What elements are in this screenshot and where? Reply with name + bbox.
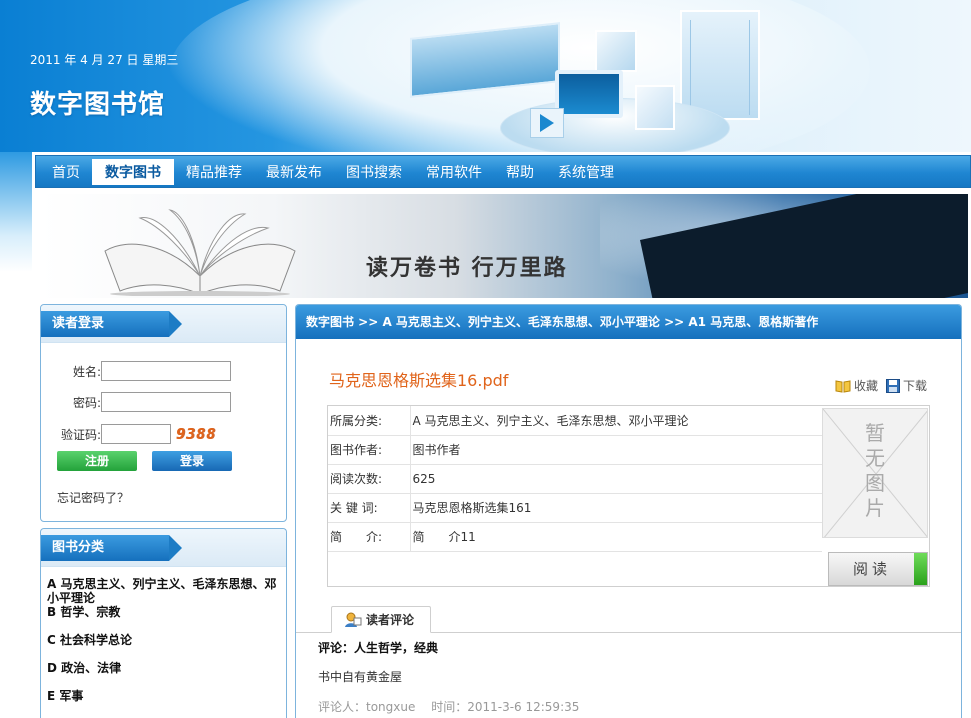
book-info-box: 所属分类: A 马克思主义、列宁主义、毛泽东思想、邓小平理论 图书作者: 图书作…	[327, 405, 930, 587]
header-box	[635, 85, 675, 130]
table-row: 所属分类: A 马克思主义、列宁主义、毛泽东思想、邓小平理论	[328, 406, 822, 436]
main-nav: 首页 数字图书 精品推荐 最新发布 图书搜索 常用软件 帮助 系统管理	[35, 155, 971, 188]
tab-reader-comments[interactable]: 读者评论	[331, 606, 431, 633]
name-label: 姓名:	[72, 364, 101, 379]
password-input[interactable]	[101, 392, 231, 412]
read-button[interactable]: 阅读	[828, 552, 928, 586]
nav-item-home[interactable]: 首页	[40, 156, 92, 187]
tab-label: 读者评论	[366, 613, 415, 627]
comment-author: 评论人：tongxue	[318, 700, 416, 714]
banner-slogan: 读万卷书 行万里路	[366, 256, 568, 281]
comment-title: 评论：人生哲学，经典	[318, 641, 439, 655]
info-key: 所属分类:	[328, 406, 411, 436]
nav-item-admin[interactable]: 系统管理	[546, 156, 626, 187]
download-button[interactable]: 下载	[886, 377, 927, 394]
info-value: 简 介11	[410, 522, 822, 552]
info-key: 关 键 词:	[328, 493, 411, 523]
open-book-icon	[104, 209, 296, 296]
header-monitor	[555, 70, 623, 118]
favorite-button[interactable]: 收藏	[835, 377, 878, 394]
info-value: 625	[410, 464, 822, 494]
nav-item-software[interactable]: 常用软件	[414, 156, 494, 187]
banner: 读万卷书 行万里路	[40, 194, 968, 298]
table-row: 关 键 词: 马克思恩格斯选集161	[328, 493, 822, 523]
category-item[interactable]: D 政治、法律	[47, 661, 280, 675]
header-date: 2011 年 4 月 27 日 星期三	[30, 53, 179, 67]
password-label: 密码:	[72, 395, 101, 410]
category-item[interactable]: B 哲学、宗教	[47, 605, 280, 619]
category-item[interactable]: E 军事	[47, 689, 280, 703]
nav-item-latest[interactable]: 最新发布	[254, 156, 334, 187]
login-panel-header: 读者登录	[41, 305, 286, 343]
header-door-frame	[690, 20, 750, 115]
table-row: 简 介: 简 介11	[328, 522, 822, 552]
nav-item-help[interactable]: 帮助	[494, 156, 546, 187]
floppy-disk-icon	[886, 378, 900, 393]
login-panel-title: 读者登录	[41, 311, 182, 337]
captcha-row: 验证码: 9388	[41, 424, 216, 444]
captcha-image[interactable]: 9388	[176, 425, 216, 443]
info-key: 简 介:	[328, 522, 411, 552]
register-button[interactable]: 注册	[57, 451, 137, 471]
banner-runner	[906, 236, 914, 256]
header-screen-left	[410, 22, 560, 98]
nav-item-recommended[interactable]: 精品推荐	[174, 156, 254, 187]
login-button[interactable]: 登录	[152, 451, 232, 471]
password-row: 密码:	[41, 392, 231, 412]
comment-time: 时间：2011-3-6 12:59:35	[431, 700, 580, 714]
site-logo[interactable]: 数字图书馆	[30, 84, 165, 121]
info-value: 马克思恩格斯选集161	[410, 493, 822, 523]
captcha-input[interactable]	[101, 424, 171, 444]
user-comment-icon	[345, 612, 362, 627]
header-box	[595, 30, 637, 72]
info-value: A 马克思主义、列宁主义、毛泽东思想、邓小平理论	[410, 406, 822, 436]
book-info-table: 所属分类: A 马克思主义、列宁主义、毛泽东思想、邓小平理论 图书作者: 图书作…	[328, 406, 822, 552]
download-label: 下载	[903, 379, 928, 393]
category-list: A 马克思主义、列宁主义、毛泽东思想、邓小平理论 B 哲学、宗教 C 社会科学总…	[41, 567, 286, 703]
captcha-label: 验证码:	[60, 427, 101, 442]
book-detail: 数字图书 >> A 马克思主义、列宁主义、毛泽东思想、邓小平理论 >> A1 马…	[295, 304, 962, 718]
breadcrumb: 数字图书 >> A 马克思主义、列宁主义、毛泽东思想、邓小平理论 >> A1 马…	[296, 305, 961, 339]
table-row: 阅读次数: 625	[328, 464, 822, 494]
category-panel-header: 图书分类	[41, 529, 286, 567]
nav-item-search[interactable]: 图书搜索	[334, 156, 414, 187]
category-panel: 图书分类 A 马克思主义、列宁主义、毛泽东思想、邓小平理论 B 哲学、宗教 C …	[40, 528, 287, 718]
info-key: 图书作者:	[328, 435, 411, 465]
comment-meta: 评论人：tongxue 时间：2011-3-6 12:59:35	[318, 698, 591, 715]
book-cover-placeholder: 暂无图片	[822, 408, 928, 538]
forgot-password-link[interactable]: 忘记密码了？	[57, 489, 129, 506]
category-item[interactable]: A 马克思主义、列宁主义、毛泽东思想、邓小平理论	[47, 577, 280, 605]
comment-body: 书中自有黄金屋	[318, 670, 403, 684]
book-title: 马克思恩格斯选集16.pdf	[329, 371, 509, 390]
book-icon	[835, 379, 851, 393]
header-illustration	[380, 0, 920, 152]
login-panel: 读者登录 姓名: 密码: 验证码: 9388 注册 登录 忘记密码了？	[40, 304, 287, 522]
info-key: 阅读次数:	[328, 464, 411, 494]
site-header: 2011 年 4 月 27 日 星期三 数字图书馆	[0, 0, 971, 152]
favorite-label: 收藏	[854, 379, 879, 393]
category-item[interactable]: C 社会科学总论	[47, 633, 280, 647]
nav-item-digital-books[interactable]: 数字图书	[92, 159, 174, 185]
play-icon	[540, 114, 554, 132]
category-panel-title: 图书分类	[41, 535, 182, 561]
side-fade	[0, 152, 32, 272]
table-row: 图书作者: 图书作者	[328, 435, 822, 465]
no-image-text: 暂无图片	[865, 421, 885, 520]
info-value: 图书作者	[410, 435, 822, 465]
name-row: 姓名:	[41, 361, 231, 381]
name-input[interactable]	[101, 361, 231, 381]
